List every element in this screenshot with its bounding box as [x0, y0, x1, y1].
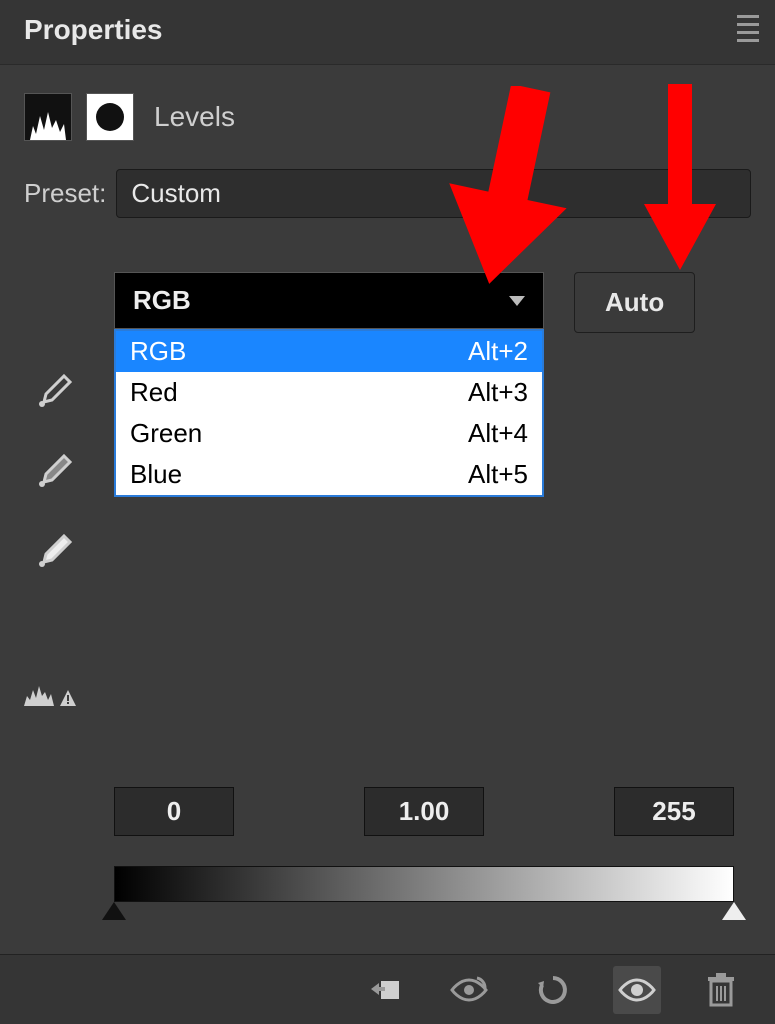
levels-icon[interactable]: [24, 93, 72, 141]
channel-option-rgb[interactable]: RGB Alt+2: [116, 331, 542, 372]
white-point-eyedropper[interactable]: [30, 526, 80, 576]
channel-option-green[interactable]: Green Alt+4: [116, 413, 542, 454]
panel-footer: [0, 954, 775, 1024]
channel-auto-row: RGB RGB Alt+2 Red Alt+3 Green Alt+4: [114, 272, 751, 497]
panel-header: Properties: [0, 0, 775, 65]
channel-option-label: RGB: [130, 336, 186, 367]
gray-point-eyedropper[interactable]: [30, 446, 80, 496]
auto-button-label: Auto: [605, 287, 664, 317]
white-point-slider[interactable]: [722, 577, 746, 595]
histogram-warning-icon[interactable]: [22, 672, 82, 716]
input-levels-row: 0 1.00 255: [114, 787, 734, 836]
preset-label: Preset:: [24, 178, 106, 209]
output-white-slider[interactable]: [722, 902, 746, 920]
reset-icon[interactable]: [529, 966, 577, 1014]
input-black-field[interactable]: 0: [114, 787, 234, 836]
adjustment-label: Levels: [154, 101, 235, 133]
properties-panel: Properties Levels Preset: Custom: [0, 0, 775, 1024]
black-point-slider[interactable]: [102, 577, 126, 595]
visibility-icon[interactable]: [613, 966, 661, 1014]
input-gamma-field[interactable]: 1.00: [364, 787, 484, 836]
clip-to-layer-icon[interactable]: [361, 966, 409, 1014]
trash-icon[interactable]: [697, 966, 745, 1014]
eyedropper-tools: [30, 366, 80, 576]
channel-option-red[interactable]: Red Alt+3: [116, 372, 542, 413]
channel-option-shortcut: Alt+5: [468, 459, 528, 490]
chevron-down-icon: [509, 296, 525, 306]
channel-option-label: Red: [130, 377, 178, 408]
channel-option-list: RGB Alt+2 Red Alt+3 Green Alt+4 Blue Alt…: [114, 329, 544, 497]
input-slider-track[interactable]: [114, 577, 734, 599]
channel-dropdown[interactable]: RGB RGB Alt+2 Red Alt+3 Green Alt+4: [114, 272, 544, 497]
layer-mask-icon[interactable]: [86, 93, 134, 141]
channel-option-shortcut: Alt+3: [468, 377, 528, 408]
input-white-field[interactable]: 255: [614, 787, 734, 836]
midtone-slider[interactable]: [412, 577, 436, 595]
output-slider-track[interactable]: [114, 902, 734, 924]
panel-title: Properties: [24, 14, 751, 46]
levels-main-area: RGB RGB Alt+2 Red Alt+3 Green Alt+4: [0, 272, 775, 1007]
output-black-slider[interactable]: [102, 902, 126, 920]
annotation-arrow-auto: [640, 84, 720, 274]
channel-option-shortcut: Alt+2: [468, 336, 528, 367]
channel-option-shortcut: Alt+4: [468, 418, 528, 449]
output-gradient: [114, 866, 734, 902]
black-point-eyedropper[interactable]: [30, 366, 80, 416]
channel-option-label: Blue: [130, 459, 182, 490]
channel-option-blue[interactable]: Blue Alt+5: [116, 454, 542, 495]
panel-menu-icon[interactable]: [737, 14, 765, 42]
channel-selected-label: RGB: [133, 285, 191, 316]
preset-value: Custom: [131, 178, 221, 208]
auto-button[interactable]: Auto: [574, 272, 695, 333]
view-previous-icon[interactable]: [445, 966, 493, 1014]
channel-option-label: Green: [130, 418, 202, 449]
annotation-arrow-dropdown: [440, 86, 570, 296]
